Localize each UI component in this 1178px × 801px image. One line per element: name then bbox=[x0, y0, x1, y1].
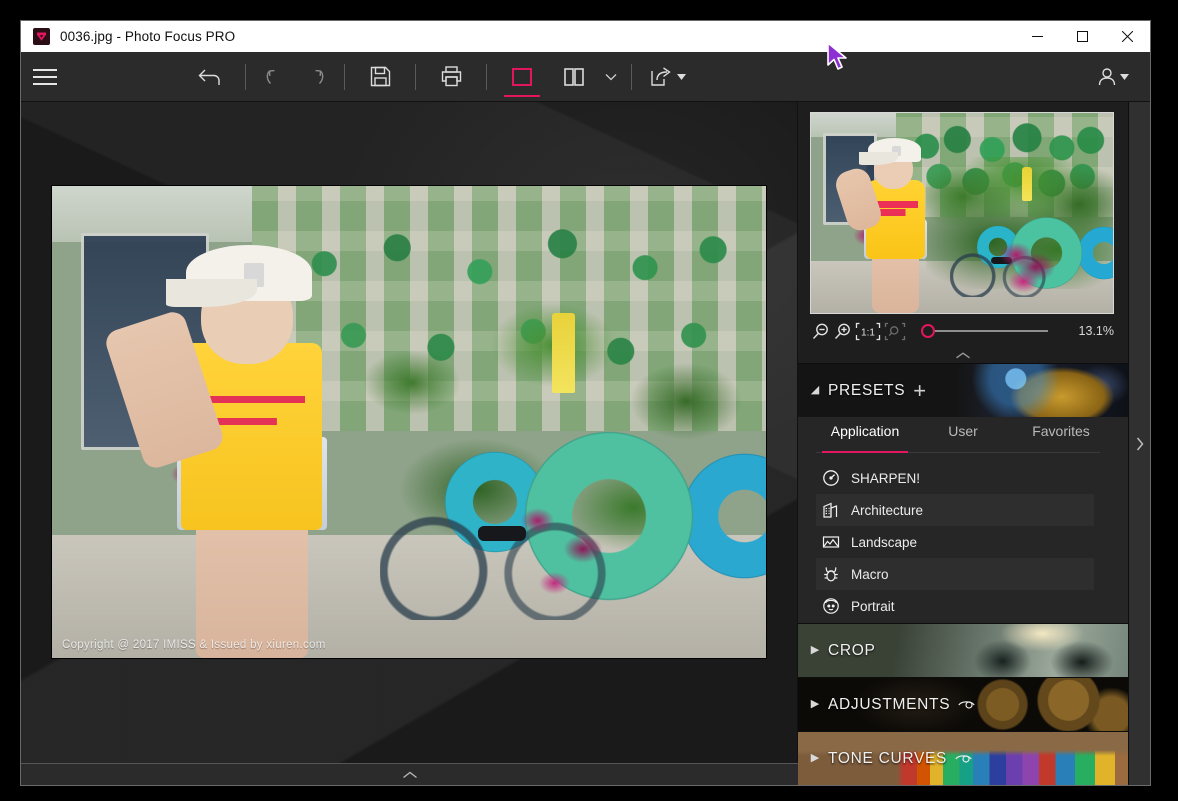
svg-text:1:1: 1:1 bbox=[861, 327, 875, 338]
add-preset-label: + bbox=[913, 384, 926, 398]
save-button[interactable] bbox=[354, 52, 406, 102]
crop-expand-triangle[interactable]: ▶ bbox=[809, 645, 821, 656]
preset-label: Portrait bbox=[851, 599, 895, 614]
zoom-out-icon[interactable] bbox=[811, 322, 830, 341]
fit-to-screen-icon[interactable] bbox=[884, 322, 906, 341]
tab-application-label: Application bbox=[831, 423, 900, 439]
adjustments-expand-triangle[interactable]: ▶ bbox=[809, 699, 821, 710]
undo-button[interactable] bbox=[255, 52, 295, 102]
toolbar-separator bbox=[486, 64, 487, 90]
tab-user[interactable]: User bbox=[914, 423, 1012, 453]
redo-button[interactable] bbox=[295, 52, 335, 102]
preset-label: Architecture bbox=[851, 503, 923, 518]
photo-watermark: Copyright @ 2017 IMISS & Issued by xiure… bbox=[62, 639, 326, 651]
toolbar-separator bbox=[245, 64, 246, 90]
zoom-percent-label: 13.1% bbox=[1070, 324, 1114, 338]
zoom-in-icon[interactable] bbox=[833, 322, 852, 341]
preset-label: Landscape bbox=[851, 535, 917, 550]
tab-user-label: User bbox=[948, 423, 978, 439]
gauge-icon bbox=[818, 469, 844, 487]
presets-body: Application User Favorites bbox=[798, 417, 1128, 623]
share-button[interactable] bbox=[641, 52, 693, 102]
chevron-down-icon[interactable] bbox=[600, 52, 622, 102]
zoom-slider-track bbox=[933, 330, 1048, 332]
window-controls bbox=[1015, 21, 1150, 52]
print-button[interactable] bbox=[425, 52, 477, 102]
presets-collapse-triangle[interactable]: ◢ bbox=[809, 385, 821, 396]
mountain-icon bbox=[818, 533, 844, 551]
single-view-button[interactable] bbox=[496, 52, 548, 102]
preset-label: Macro bbox=[851, 567, 889, 582]
app-logo-icon bbox=[33, 28, 50, 45]
zoom-slider[interactable] bbox=[921, 324, 1058, 338]
navigator-preview bbox=[798, 102, 1128, 314]
zoom-slider-handle[interactable] bbox=[921, 324, 935, 338]
presets-tabs: Application User Favorites bbox=[798, 417, 1128, 453]
title-bar: 0036.jpg - Photo Focus PRO bbox=[21, 21, 1150, 52]
main-photo[interactable]: Copyright @ 2017 IMISS & Issued by xiure… bbox=[52, 186, 766, 658]
preset-label: SHARPEN! bbox=[851, 471, 920, 486]
eye-visibility-icon[interactable] bbox=[955, 753, 972, 765]
face-portrait-icon bbox=[818, 597, 844, 615]
back-button[interactable] bbox=[184, 52, 236, 102]
preset-item-architecture[interactable]: Architecture bbox=[816, 494, 1094, 526]
preset-list: SHARPEN! Architectu bbox=[798, 453, 1128, 623]
panel-accordion: ◢ PRESETS + Application User Favorites bbox=[798, 363, 1128, 785]
panel-expand-tab[interactable] bbox=[1128, 102, 1150, 785]
actual-size-button[interactable]: 1:1 bbox=[855, 322, 881, 341]
toolbar-separator bbox=[344, 64, 345, 90]
maximize-button[interactable] bbox=[1060, 21, 1105, 52]
add-preset-icon[interactable]: + bbox=[913, 384, 926, 398]
bug-icon bbox=[818, 565, 844, 583]
eye-visibility-icon[interactable] bbox=[958, 699, 975, 711]
minimize-button[interactable] bbox=[1015, 21, 1060, 52]
crop-title: CROP bbox=[828, 642, 876, 660]
main-toolbar bbox=[21, 52, 1150, 102]
preset-item-macro[interactable]: Macro bbox=[816, 558, 1094, 590]
split-view-button[interactable] bbox=[548, 52, 600, 102]
toolbar-separator bbox=[631, 64, 632, 90]
close-button[interactable] bbox=[1105, 21, 1150, 52]
filmstrip-collapse-bar[interactable] bbox=[21, 763, 798, 785]
tab-favorites[interactable]: Favorites bbox=[1012, 423, 1110, 453]
account-button[interactable] bbox=[1086, 52, 1138, 102]
tab-application[interactable]: Application bbox=[816, 423, 914, 453]
image-canvas[interactable]: Copyright @ 2017 IMISS & Issued by xiure… bbox=[21, 102, 798, 763]
presets-section-header[interactable]: ◢ PRESETS + bbox=[798, 363, 1128, 417]
preset-item-landscape[interactable]: Landscape bbox=[816, 526, 1094, 558]
toolbar-separator bbox=[415, 64, 416, 90]
window-title: 0036.jpg - Photo Focus PRO bbox=[60, 29, 235, 44]
application-window: 0036.jpg - Photo Focus PRO bbox=[20, 20, 1151, 786]
preset-item-portrait[interactable]: Portrait bbox=[816, 590, 1094, 622]
tab-favorites-label: Favorites bbox=[1032, 423, 1090, 439]
zoom-controls: 1:1 13.1% bbox=[798, 314, 1128, 348]
preview-collapse-button[interactable] bbox=[798, 348, 1128, 363]
adjustments-title: ADJUSTMENTS bbox=[828, 696, 950, 714]
hamburger-menu-icon[interactable] bbox=[22, 52, 68, 102]
presets-title: PRESETS bbox=[828, 382, 905, 400]
adjustments-section-header[interactable]: ▶ ADJUSTMENTS bbox=[798, 677, 1128, 731]
preview-thumbnail[interactable] bbox=[810, 112, 1114, 314]
tone-curves-title: TONE CURVES bbox=[828, 750, 947, 768]
toolbar-right-group bbox=[1086, 52, 1138, 102]
preset-item-sharpen[interactable]: SHARPEN! bbox=[816, 462, 1094, 494]
workspace: Copyright @ 2017 IMISS & Issued by xiure… bbox=[21, 102, 1150, 785]
crop-section-header[interactable]: ▶ CROP bbox=[798, 623, 1128, 677]
building-icon bbox=[818, 501, 844, 519]
tone-curves-section-header[interactable]: ▶ TONE CURVES bbox=[798, 731, 1128, 785]
tone-curves-expand-triangle[interactable]: ▶ bbox=[809, 753, 821, 764]
right-panel: 1:1 13.1% bbox=[798, 102, 1150, 785]
